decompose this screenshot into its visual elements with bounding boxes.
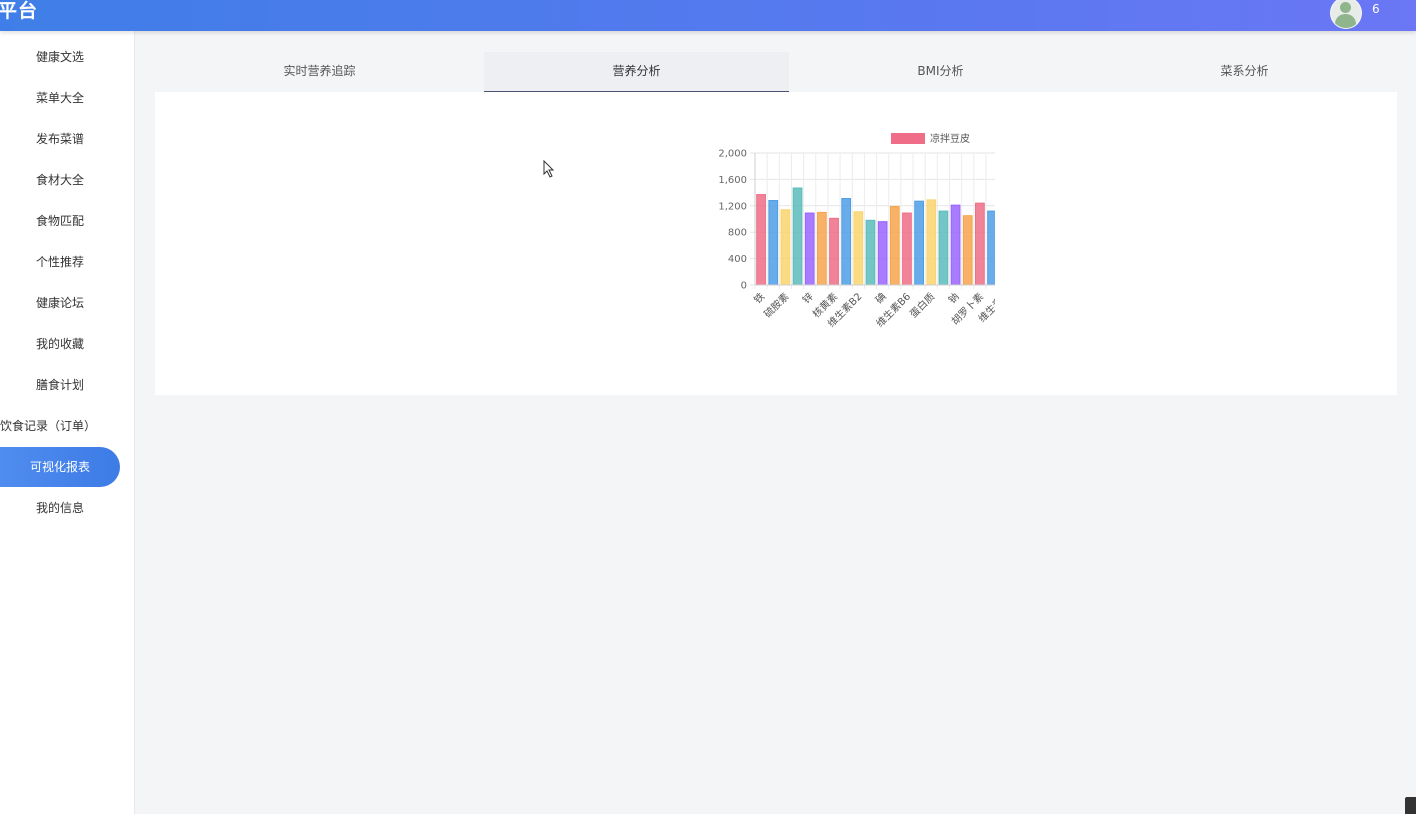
y-tick-label: 1,200 — [718, 201, 747, 212]
bar-17 — [962, 215, 973, 286]
x-tick-label: 碘 — [872, 290, 888, 306]
bar-19 — [987, 210, 995, 286]
app-title: 平台 — [0, 0, 39, 22]
bar-9 — [865, 219, 876, 286]
bar-18 — [975, 202, 985, 286]
bar-5 — [816, 211, 827, 286]
chart-panel: 凉拌豆皮 0 400 800 1,200 1,600 2,000 铁硫胺素锌核黄素 维生素B2 碘… — [155, 92, 1397, 395]
bar-12 — [902, 212, 912, 286]
y-tick-label: 800 — [728, 228, 747, 239]
sidebar-item-forum[interactable]: 健康论坛 — [0, 283, 120, 323]
bar-4 — [804, 212, 815, 286]
bar-10 — [877, 221, 888, 286]
sidebar-item-favorites[interactable]: 我的收藏 — [0, 324, 120, 364]
tab-realtime-nutrition[interactable]: 实时营养追踪 — [167, 52, 472, 91]
bar-2 — [780, 209, 791, 286]
legend-swatch — [891, 133, 925, 144]
user-avatar-icon[interactable] — [1330, 0, 1362, 29]
bar-1 — [768, 200, 779, 286]
tab-cuisine-analysis[interactable]: 菜系分析 — [1092, 52, 1397, 91]
bar-0 — [756, 194, 766, 286]
x-tick-label: 钠 — [945, 290, 961, 306]
sidebar-item-meal-plan[interactable]: 膳食计划 — [0, 365, 120, 405]
sidebar-item-visual-report[interactable]: 可视化报表 — [0, 447, 120, 487]
sidebar: 健康文选 菜单大全 发布菜谱 食材大全 食物匹配 个性推荐 健康论坛 我的收藏 … — [0, 31, 135, 814]
sidebar-item-publish-recipe[interactable]: 发布菜谱 — [0, 119, 120, 159]
tab-nutrition-analysis[interactable]: 营养分析 — [484, 52, 789, 93]
bar-8 — [853, 211, 864, 286]
header-bar: 平台 6 — [0, 0, 1416, 31]
x-tick-label: 锌 — [800, 290, 816, 306]
bar-3 — [792, 187, 803, 286]
analysis-tabs: 实时营养追踪 营养分析 BMI分析 菜系分析 — [155, 52, 1397, 93]
y-tick-label: 1,600 — [718, 175, 747, 186]
bar-7 — [841, 198, 852, 286]
scroll-corner — [1405, 797, 1416, 814]
bar-15 — [938, 210, 949, 286]
bar-11 — [889, 205, 900, 286]
bar-13 — [914, 200, 924, 286]
bar-6 — [829, 217, 839, 286]
tab-bmi-analysis[interactable]: BMI分析 — [788, 52, 1093, 91]
x-tick-label: 铁 — [751, 290, 767, 306]
sidebar-item-diet-records[interactable]: 饮食记录（订单） — [0, 406, 96, 446]
bar-14 — [926, 199, 937, 286]
sidebar-item-my-info[interactable]: 我的信息 — [0, 488, 120, 528]
sidebar-item-ingredients[interactable]: 食材大全 — [0, 160, 120, 200]
x-tick-label: 硫胺素 — [761, 290, 791, 320]
x-tick-label: 蛋白质 — [907, 290, 937, 320]
sidebar-item-recommendations[interactable]: 个性推荐 — [0, 242, 120, 282]
y-tick-label: 0 — [741, 281, 747, 292]
sidebar-item-health-articles[interactable]: 健康文选 — [0, 37, 120, 77]
legend-label: 凉拌豆皮 — [930, 132, 970, 145]
y-tick-label: 2,000 — [718, 149, 747, 160]
user-name[interactable]: 6 — [1372, 2, 1380, 16]
nutrition-bar-chart: 凉拌豆皮04008001,2001,6002,000铁硫胺素 锌核黄素维生素B2 碘… — [718, 132, 995, 330]
mouse-pointer-icon — [543, 160, 555, 178]
sidebar-item-food-matching[interactable]: 食物匹配 — [0, 201, 120, 241]
sidebar-item-menu-collection[interactable]: 菜单大全 — [0, 78, 120, 118]
bar-16 — [950, 204, 961, 286]
y-tick-label: 400 — [728, 254, 747, 265]
